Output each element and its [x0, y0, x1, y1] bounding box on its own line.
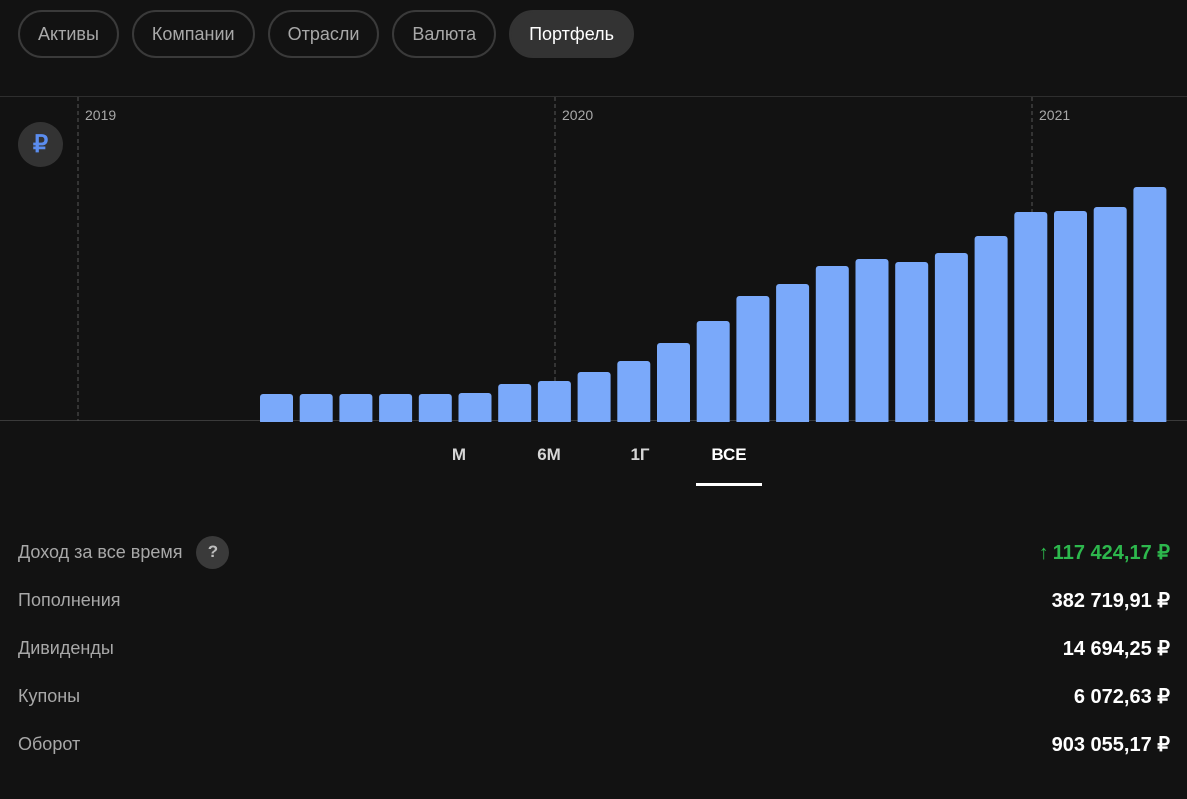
deposits-value: 382 719,91 ₽ [1051, 589, 1170, 612]
period-all[interactable]: ВСЕ [696, 436, 762, 486]
chart-bar[interactable] [974, 236, 1008, 422]
coupons-value: 6 072,63 ₽ [1073, 685, 1170, 708]
income-label: Доход за все время [18, 541, 183, 562]
chart-bar[interactable] [1054, 211, 1087, 422]
portfolio-chart: 2019 2020 2021 [0, 96, 1187, 422]
chart-bar[interactable] [418, 394, 452, 422]
ruble-icon: ₽ [32, 131, 49, 158]
tab-currency[interactable]: Валюта [392, 10, 497, 58]
period-1-year[interactable]: 1Г [622, 436, 658, 486]
stat-row-dividends: Дивиденды 14 694,25 ₽ [18, 624, 1170, 672]
chart-bar[interactable] [895, 262, 929, 422]
dividends-label: Дивиденды [18, 637, 114, 658]
stat-row-turnover: Оборот 903 055,17 ₽ [18, 720, 1170, 768]
year-label: 2021 [1039, 107, 1070, 123]
help-icon[interactable]: ? [196, 535, 230, 569]
deposits-label: Пополнения [18, 589, 121, 610]
currency-ruble-button[interactable]: ₽ [18, 122, 63, 167]
chart-bar[interactable] [617, 361, 651, 422]
chart-bar[interactable] [458, 393, 492, 422]
arrow-up-icon: ↑ [1038, 541, 1049, 564]
tabs-row: Активы Компании Отрасли Валюта Портфель [18, 10, 635, 58]
chart-bar[interactable] [498, 384, 532, 422]
chart-bar[interactable] [934, 253, 968, 422]
chart-bar[interactable] [260, 394, 293, 422]
tab-industries[interactable]: Отрасли [267, 10, 380, 58]
period-month[interactable]: М [444, 436, 474, 486]
tab-portfolio[interactable]: Портфель [509, 10, 635, 58]
tab-companies[interactable]: Компании [131, 10, 255, 58]
year-label: 2020 [562, 107, 593, 123]
chart-bar[interactable] [736, 296, 770, 422]
coupons-label: Купоны [18, 685, 81, 706]
chart-bar[interactable] [815, 266, 849, 422]
year-label: 2019 [85, 107, 116, 123]
chart-bar[interactable] [577, 372, 611, 422]
turnover-label: Оборот [18, 733, 81, 754]
chart-bar[interactable] [696, 321, 730, 422]
chart-bar[interactable] [379, 394, 413, 422]
turnover-value: 903 055,17 ₽ [1051, 733, 1170, 756]
chart-bar[interactable] [1014, 212, 1048, 422]
chart-bar[interactable] [339, 394, 373, 422]
dividends-value: 14 694,25 ₽ [1062, 637, 1170, 660]
chart-bar[interactable] [776, 284, 810, 422]
period-selector: М 6М 1Г ВСЕ [0, 436, 1187, 488]
chart-bar[interactable] [657, 343, 690, 422]
chart-svg: 2019 2020 2021 [77, 97, 1167, 422]
tab-assets[interactable]: Активы [18, 10, 119, 58]
chart-bar[interactable] [299, 394, 333, 422]
chart-bar[interactable] [1093, 207, 1127, 422]
chart-bar[interactable] [855, 259, 889, 422]
income-value: ↑ 117 424,17 ₽ [1038, 541, 1170, 564]
stat-row-income: Доход за все время ? ↑ 117 424,17 ₽ [18, 528, 1170, 576]
period-6-months[interactable]: 6М [530, 436, 568, 486]
chart-bar[interactable] [537, 381, 571, 422]
portfolio-stats: Доход за все время ? ↑ 117 424,17 ₽ Попол… [18, 528, 1170, 768]
stat-row-deposits: Пополнения 382 719,91 ₽ [18, 576, 1170, 624]
stat-row-coupons: Купоны 6 072,63 ₽ [18, 672, 1170, 720]
chart-bar[interactable] [1133, 187, 1167, 422]
